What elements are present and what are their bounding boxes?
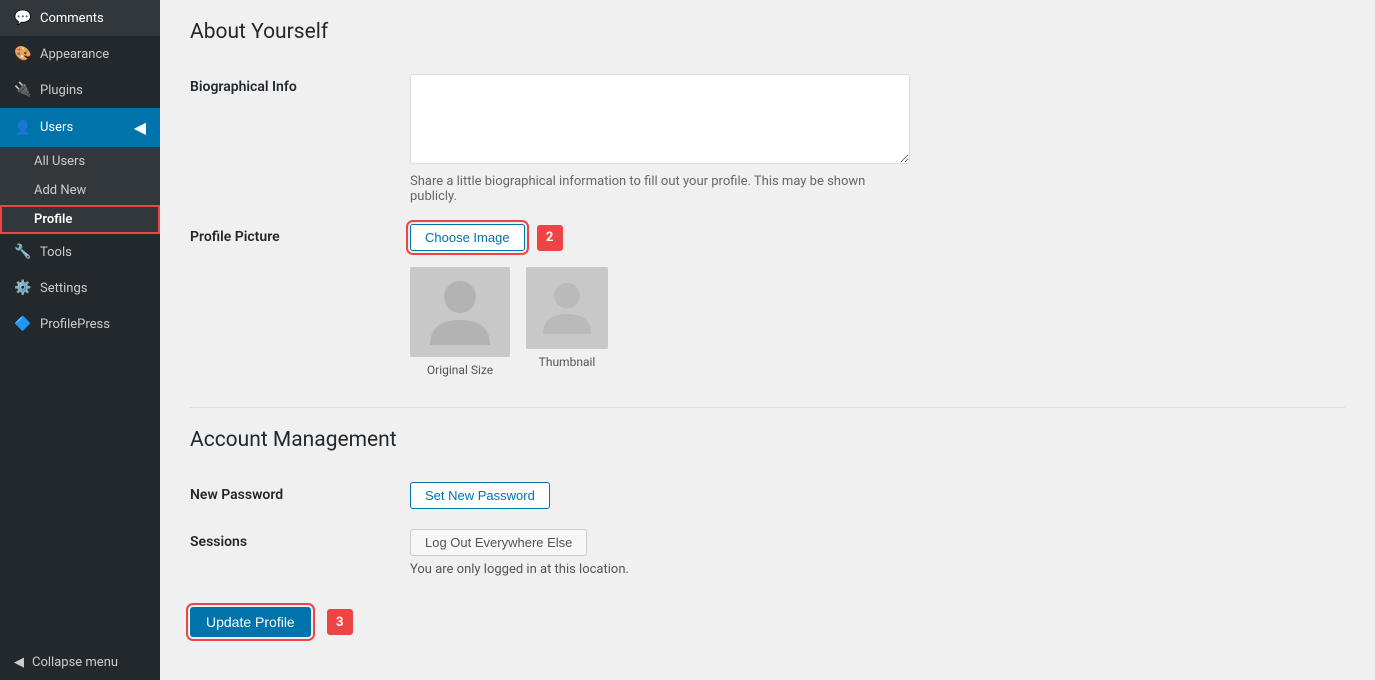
thumbnail-label: Thumbnail — [539, 355, 596, 369]
profile-picture-row: Profile Picture Choose Image 2 — [190, 214, 1345, 387]
users-collapse-arrow: ◀ — [134, 118, 146, 137]
settings-icon: ⚙️ — [14, 280, 32, 296]
sidebar-item-label: Settings — [40, 281, 87, 296]
step-badge-2: 2 — [537, 225, 563, 251]
profile-pic-area: Choose Image 2 Original Size — [410, 224, 1345, 377]
plugins-icon: 🔌 — [14, 82, 32, 98]
original-size-label: Original Size — [427, 363, 493, 377]
sidebar-subitem-add-new[interactable]: Add New — [0, 176, 160, 205]
set-new-password-button[interactable]: Set New Password — [410, 482, 550, 509]
thumbnail-avatar-image — [526, 267, 608, 349]
bio-textarea[interactable] — [410, 74, 910, 164]
sidebar-item-comments[interactable]: 💬 Comments — [0, 0, 160, 36]
profilepress-icon: 🔷 — [14, 316, 32, 332]
sidebar-subitem-profile[interactable]: Profile — [0, 205, 160, 234]
new-password-row: New Password Set New Password — [190, 472, 1345, 519]
sidebar-item-label: Users — [40, 120, 73, 135]
bio-label: Biographical Info — [190, 79, 297, 95]
comments-icon: 💬 — [14, 10, 32, 26]
sidebar-item-appearance[interactable]: 🎨 Appearance — [0, 36, 160, 72]
sessions-label: Sessions — [190, 534, 247, 550]
new-password-label: New Password — [190, 487, 283, 503]
sidebar-item-label: Tools — [40, 245, 72, 260]
sessions-note: You are only logged in at this location. — [410, 562, 1345, 577]
about-yourself-title: About Yourself — [190, 20, 1345, 44]
section-divider — [190, 407, 1345, 408]
account-form-table: New Password Set New Password Sessions L… — [190, 472, 1345, 587]
sidebar-item-label: ProfilePress — [40, 317, 110, 332]
original-size-avatar: Original Size — [410, 267, 510, 377]
sidebar-collapse-menu[interactable]: ◀ Collapse menu — [0, 645, 160, 680]
bio-row: Biographical Info Share a little biograp… — [190, 64, 1345, 214]
thumbnail-avatar: Thumbnail — [526, 267, 608, 377]
sidebar-item-label: Appearance — [40, 47, 109, 62]
account-management-title: Account Management — [190, 428, 1345, 452]
update-profile-button[interactable]: Update Profile — [190, 607, 311, 637]
tools-icon: 🔧 — [14, 244, 32, 260]
choose-image-button[interactable]: Choose Image — [410, 224, 525, 251]
bio-hint: Share a little biographical information … — [410, 174, 910, 204]
collapse-icon: ◀ — [14, 655, 24, 670]
sidebar-item-profilepress[interactable]: 🔷 ProfilePress — [0, 306, 160, 342]
sidebar-item-label: Plugins — [40, 83, 83, 98]
about-form-table: Biographical Info Share a little biograp… — [190, 64, 1345, 387]
profile-picture-label: Profile Picture — [190, 229, 280, 245]
users-icon: 👤 — [14, 120, 32, 136]
appearance-icon: 🎨 — [14, 46, 32, 62]
sidebar-item-label: Comments — [40, 11, 104, 26]
bottom-actions: Update Profile 3 — [190, 607, 1345, 637]
sidebar-item-tools[interactable]: 🔧 Tools — [0, 234, 160, 270]
original-avatar-image — [410, 267, 510, 357]
sidebar-item-users[interactable]: 👤 Users ◀ — [0, 108, 160, 147]
sidebar-item-plugins[interactable]: 🔌 Plugins — [0, 72, 160, 108]
avatars-row: Original Size Thumbnail — [410, 267, 1345, 377]
sidebar-subitem-all-users[interactable]: All Users — [0, 147, 160, 176]
sidebar-item-settings[interactable]: ⚙️ Settings — [0, 270, 160, 306]
step-badge-3: 3 — [327, 609, 353, 635]
sessions-row: Sessions Log Out Everywhere Else You are… — [190, 519, 1345, 587]
logout-everywhere-button[interactable]: Log Out Everywhere Else — [410, 529, 587, 556]
